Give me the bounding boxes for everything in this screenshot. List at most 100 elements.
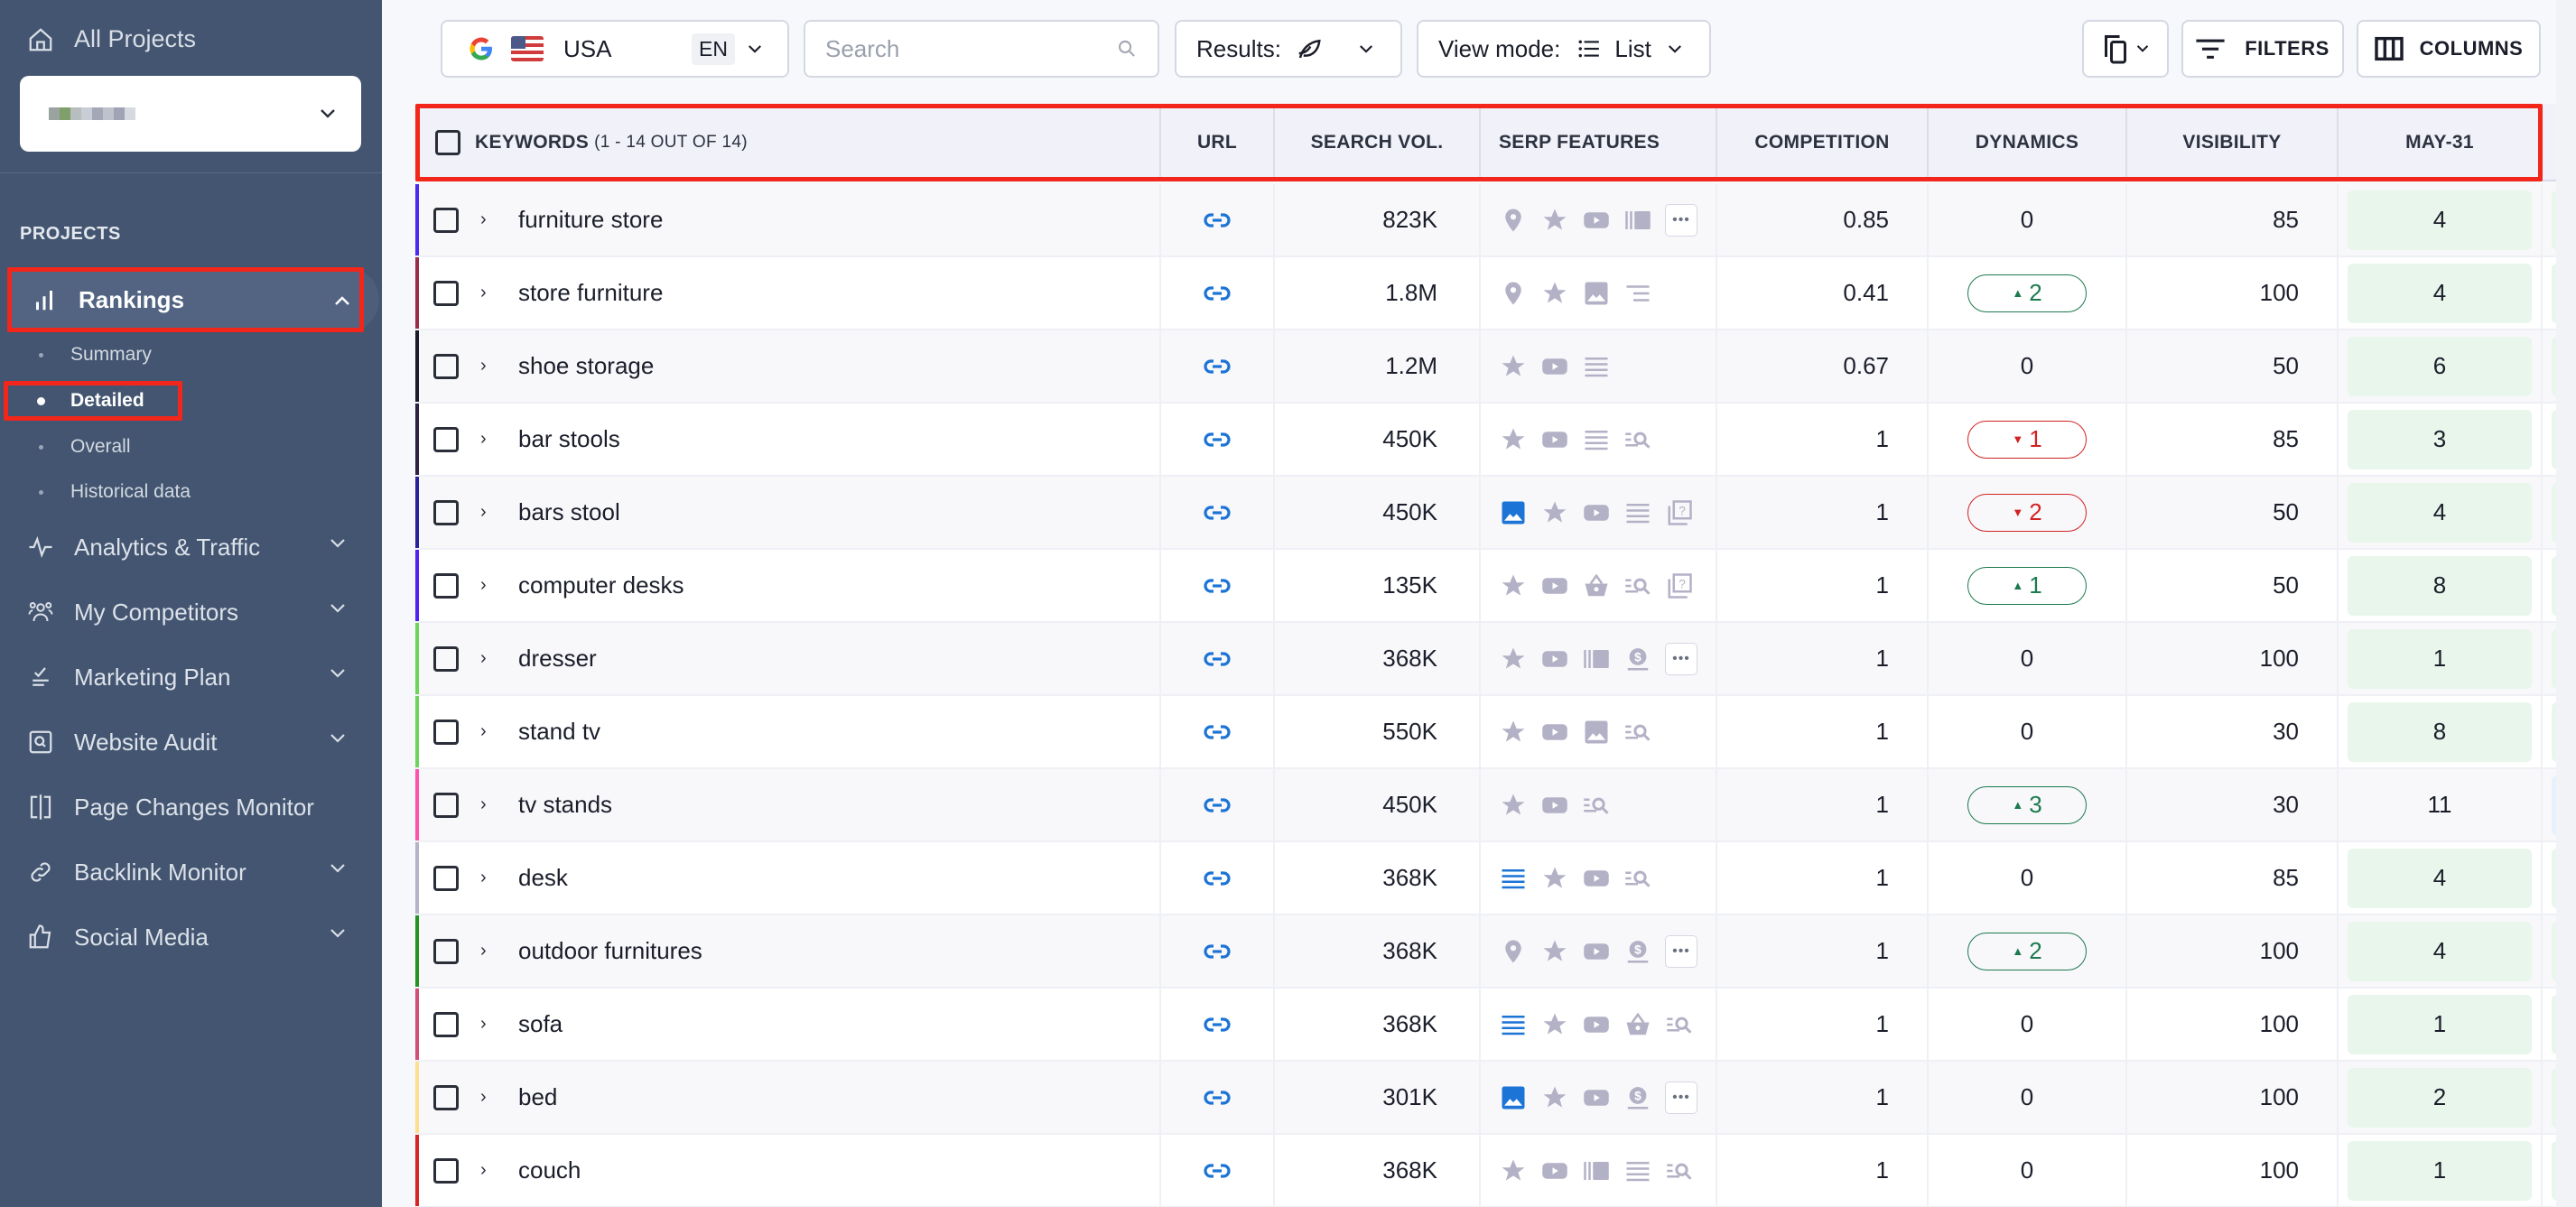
dynamics-value: 0: [2020, 206, 2034, 233]
column-header-search-vol[interactable]: SEARCH VOL.: [1275, 104, 1481, 181]
url-cell: [1161, 1135, 1275, 1206]
more-features-button[interactable]: •••: [1665, 203, 1697, 237]
link-icon: [27, 859, 54, 886]
link-icon[interactable]: [1203, 431, 1232, 449]
link-icon[interactable]: [1203, 211, 1232, 229]
link-icon[interactable]: [1203, 1162, 1232, 1180]
sidebar-subitem-overall[interactable]: Overall: [0, 427, 131, 467]
column-header-keywords[interactable]: KEYWORDS (1 - 14 OUT OF 14): [415, 104, 1161, 181]
link-icon[interactable]: [1203, 942, 1232, 961]
column-header-dynamics[interactable]: DYNAMICS: [1929, 104, 2127, 181]
sidebar-item-my-competitors[interactable]: My Competitors: [0, 580, 382, 645]
row-checkbox[interactable]: [433, 645, 459, 672]
link-icon[interactable]: [1203, 284, 1232, 302]
reviews-star-icon: [1540, 937, 1569, 966]
expand-chevron-icon[interactable]: ›: [480, 356, 495, 376]
expand-chevron-icon[interactable]: ›: [480, 209, 495, 230]
link-icon[interactable]: [1203, 1089, 1232, 1107]
link-icon[interactable]: [1203, 1016, 1232, 1034]
reviews-star-icon: [1540, 1083, 1569, 1112]
table-row[interactable]: › furniture store 823K ••• 0.85 0 85 4: [415, 184, 2576, 257]
serp-features-cell: ?: [1481, 477, 1717, 548]
expand-chevron-icon[interactable]: ›: [480, 283, 495, 303]
link-icon[interactable]: [1203, 504, 1232, 522]
expand-chevron-icon[interactable]: ›: [480, 721, 495, 742]
column-header-url[interactable]: URL: [1161, 104, 1275, 181]
sidebar-subitem-historical-data[interactable]: Historical data: [0, 472, 191, 512]
project-selector[interactable]: [20, 76, 361, 152]
table-row[interactable]: › couch 368K 1 0 100 1: [415, 1135, 2576, 1207]
expand-chevron-icon[interactable]: ›: [480, 868, 495, 888]
row-checkbox[interactable]: [433, 353, 459, 379]
expand-chevron-icon[interactable]: ›: [480, 1014, 495, 1035]
more-features-button[interactable]: •••: [1665, 934, 1697, 968]
column-header-serp-features[interactable]: SERP FEATURES: [1481, 104, 1717, 181]
search-engine-selector[interactable]: USA EN: [441, 20, 789, 78]
expand-chevron-icon[interactable]: ›: [480, 502, 495, 523]
table-row[interactable]: › computer desks 135K ? 1 ▲ 1 50 8: [415, 550, 2576, 623]
row-checkbox[interactable]: [433, 1157, 459, 1184]
competition-cell: 1: [1717, 915, 1929, 987]
link-icon[interactable]: [1203, 650, 1232, 668]
expand-chevron-icon[interactable]: ›: [480, 575, 495, 596]
leaf-icon: [1298, 39, 1321, 59]
select-all-checkbox[interactable]: [435, 130, 460, 155]
link-icon[interactable]: [1203, 869, 1232, 887]
table-row[interactable]: › bars stool 450K ? 1 ▼ 2 50 4: [415, 477, 2576, 550]
more-features-button[interactable]: •••: [1665, 642, 1697, 675]
row-checkbox[interactable]: [433, 865, 459, 891]
filters-button[interactable]: FILTERS: [2181, 20, 2344, 78]
sidebar-item-rankings[interactable]: Rankings: [7, 267, 364, 332]
column-header-competition[interactable]: COMPETITION: [1717, 104, 1929, 181]
table-row[interactable]: › store furniture 1.8M 0.41 ▲ 2 100 4: [415, 257, 2576, 330]
row-checkbox[interactable]: [433, 280, 459, 306]
expand-chevron-icon[interactable]: ›: [480, 648, 495, 669]
sidebar-item-website-audit[interactable]: Website Audit: [0, 710, 382, 775]
sidebar-item-social-media[interactable]: Social Media: [0, 905, 382, 970]
row-checkbox[interactable]: [433, 499, 459, 525]
row-checkbox[interactable]: [433, 1011, 459, 1037]
expand-chevron-icon[interactable]: ›: [480, 1160, 495, 1181]
expand-chevron-icon[interactable]: ›: [480, 941, 495, 961]
link-icon[interactable]: [1203, 577, 1232, 595]
sidebar-subitem-summary[interactable]: Summary: [0, 335, 152, 375]
row-checkbox[interactable]: [433, 719, 459, 745]
column-header-date[interactable]: MAY-31: [2339, 104, 2543, 181]
row-checkbox[interactable]: [433, 572, 459, 599]
sidebar-item-analytics-traffic[interactable]: Analytics & Traffic: [0, 515, 382, 580]
sidebar-item-marketing-plan[interactable]: Marketing Plan: [0, 645, 382, 710]
link-icon[interactable]: [1203, 796, 1232, 814]
row-checkbox[interactable]: [433, 207, 459, 233]
table-row[interactable]: › desk 368K 1 0 85 4: [415, 842, 2576, 915]
table-row[interactable]: › shoe storage 1.2M 0.67 0 50 6: [415, 330, 2576, 404]
table-row[interactable]: › tv stands 450K 1 ▲ 3 30 11: [415, 769, 2576, 842]
more-features-button[interactable]: •••: [1665, 1081, 1697, 1114]
row-checkbox[interactable]: [433, 938, 459, 964]
table-row[interactable]: › outdoor furnitures 368K $ ••• 1 ▲ 2 100 …: [415, 915, 2576, 989]
row-checkbox[interactable]: [433, 426, 459, 452]
link-icon[interactable]: [1203, 723, 1232, 741]
expand-chevron-icon[interactable]: ›: [480, 1087, 495, 1108]
table-row[interactable]: › sofa 368K 1 0 100 1: [415, 989, 2576, 1062]
results-selector[interactable]: Results:: [1175, 20, 1402, 78]
search-input[interactable]: [825, 34, 1116, 63]
columns-button[interactable]: COLUMNS: [2357, 20, 2541, 78]
column-header-visibility[interactable]: VISIBILITY: [2127, 104, 2339, 181]
table-row[interactable]: › dresser 368K $ ••• 1 0 100 1: [415, 623, 2576, 696]
all-projects-link[interactable]: All Projects: [27, 25, 196, 53]
vertical-scrollbar[interactable]: [2556, 0, 2576, 1207]
table-row[interactable]: › stand tv 550K 1 0 30 8: [415, 696, 2576, 769]
table-row[interactable]: › bed 301K $ ••• 1 0 100 2: [415, 1062, 2576, 1135]
row-checkbox[interactable]: [433, 792, 459, 818]
search-box[interactable]: [804, 20, 1159, 78]
view-mode-selector[interactable]: View mode: List: [1417, 20, 1711, 78]
expand-chevron-icon[interactable]: ›: [480, 429, 495, 450]
row-checkbox[interactable]: [433, 1084, 459, 1110]
sidebar-item-page-changes-monitor[interactable]: Page Changes Monitor: [0, 775, 382, 840]
link-icon[interactable]: [1203, 357, 1232, 376]
expand-chevron-icon[interactable]: ›: [480, 794, 495, 815]
copy-menu-button[interactable]: [2082, 20, 2169, 78]
dynamics-cell: 0: [1929, 184, 2127, 255]
sidebar-item-backlink-monitor[interactable]: Backlink Monitor: [0, 840, 382, 905]
table-row[interactable]: › bar stools 450K 1 ▼ 1 85 3: [415, 404, 2576, 477]
